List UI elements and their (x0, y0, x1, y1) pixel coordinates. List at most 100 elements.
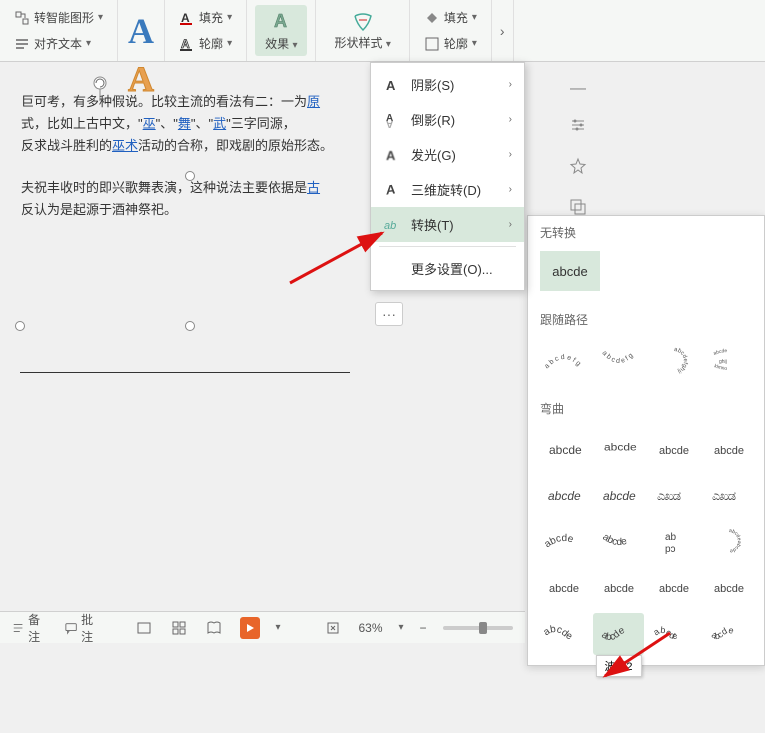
text-outline-button[interactable]: A 轮廓 ▾ (173, 32, 238, 55)
minus-icon[interactable]: — (570, 80, 586, 98)
slideshow-button[interactable] (240, 617, 259, 639)
zoom-value[interactable]: 63% (358, 621, 382, 635)
chevron-right-icon: › (509, 149, 512, 160)
chevron-down-icon: ▾ (227, 12, 232, 23)
link-wu1[interactable]: 巫 (143, 116, 156, 131)
svg-text:ab: ab (384, 220, 396, 232)
svg-text:A: A (386, 78, 396, 93)
svg-text:pɔ: pɔ (665, 544, 676, 555)
warp-wave1[interactable]: abcde (538, 613, 589, 655)
warp-curve-down[interactable]: abcde (593, 567, 644, 609)
text-fill-button[interactable]: A 填充 ▾ (173, 6, 238, 29)
status-bar: 备注 批注 ▾ 63% ▾ − (0, 611, 525, 643)
chevron-right-icon: › (509, 219, 512, 230)
text-effect-button[interactable]: A 效果 ▾ (255, 5, 307, 56)
document-canvas[interactable]: 巨可考，有多种假说。比较主流的看法有二：一为原 式，比如上古中文，"巫"、"舞"… (0, 80, 370, 383)
link-yuan[interactable]: 原 (307, 94, 320, 109)
convert-label: 转智能图形 (34, 9, 94, 26)
svg-text:ಎಖಡ: ಎಖಡ (657, 488, 681, 503)
chevron-right-icon: › (509, 79, 512, 90)
svg-text:abcde: abcde (709, 625, 734, 641)
warp-stop[interactable]: abcde (593, 429, 644, 471)
svg-text:abcde: abcde (542, 533, 574, 550)
warp-circle-ab[interactable]: abpɔ (648, 521, 699, 563)
warp-arch-up[interactable]: abcde (538, 521, 589, 563)
no-transform-item[interactable]: abcde (540, 251, 600, 291)
link-wu3[interactable]: 武 (213, 116, 226, 131)
svg-text:A: A (274, 11, 287, 31)
chevron-right-icon: › (509, 114, 512, 125)
wordart-styles-group: A A A (118, 0, 165, 61)
svg-text:abcde: abcde (549, 443, 582, 457)
chevron-down-icon: ▾ (399, 622, 404, 633)
warp-chevron-up[interactable]: abcde (538, 475, 589, 517)
wordart-style-a-black[interactable]: A (128, 0, 154, 4)
path-button[interactable]: abcdeghijklmno (703, 340, 754, 382)
warp-can-up[interactable]: abcde (648, 567, 699, 609)
svg-text:abcde: abcde (712, 348, 727, 357)
settings-slider-icon[interactable] (569, 116, 587, 139)
comments-button[interactable]: 批注 (65, 611, 102, 645)
warp-curve-up[interactable]: abcde (538, 567, 589, 609)
selection-handle[interactable] (15, 321, 25, 331)
svg-text:abcde: abcde (651, 625, 678, 642)
link-wushu[interactable]: 巫术 (112, 138, 138, 153)
svg-text:abcde: abcde (714, 445, 744, 457)
text-box-1[interactable]: 巨可考，有多种假说。比较主流的看法有二：一为原 式，比如上古中文，"巫"、"舞"… (20, 90, 350, 158)
fit-button[interactable] (323, 617, 342, 639)
effect-reflection-item[interactable]: AA倒影(R) › (371, 102, 524, 137)
effect-glow-item[interactable]: A发光(G) › (371, 137, 524, 172)
warp-arch-down[interactable]: abcde (593, 521, 644, 563)
shape-style-button[interactable]: 形状样式 ▾ (324, 6, 400, 55)
convert-smart-shape-button[interactable]: 转智能图形 ▾ (8, 6, 109, 29)
chevron-down-icon: ▾ (98, 12, 103, 23)
more-options-button[interactable]: ··· (375, 302, 403, 326)
effect-reflection-label: 倒影(R) (411, 110, 455, 129)
svg-text:ಎಖಡ: ಎಖಡ (712, 488, 736, 503)
zoom-thumb[interactable] (479, 622, 487, 634)
warp-header: 弯曲 (528, 392, 764, 423)
effect-shadow-item[interactable]: A阴影(S) › (371, 67, 524, 102)
warp-double-wave2[interactable]: abcde (703, 613, 754, 655)
path-circle[interactable]: abcdefghij (648, 340, 699, 382)
warp-button-ab[interactable]: abcdeabcde (703, 521, 754, 563)
path-arch-down[interactable]: a b c d e f g (593, 340, 644, 382)
ribbon-overflow[interactable]: › (492, 0, 514, 61)
wordart-style-a-blue[interactable]: A (128, 10, 154, 52)
warp-plain[interactable]: abcde (538, 429, 589, 471)
normal-view-button[interactable] (134, 617, 153, 639)
notes-button[interactable]: 备注 (12, 611, 49, 645)
warp-can-down[interactable]: abcde (703, 567, 754, 609)
selection-handle[interactable] (185, 321, 195, 331)
star-icon[interactable] (569, 157, 587, 180)
reading-view-button[interactable] (205, 617, 224, 639)
text-box-2[interactable]: 夫祝丰收时的即兴歌舞表演，这种说法主要依据是古 反认为是起源于酒神祭祀。 (20, 176, 350, 222)
svg-text:abcde: abcde (714, 583, 744, 595)
warp-chevron-down[interactable]: abcde (593, 475, 644, 517)
svg-text:A: A (386, 118, 393, 129)
effect-3d-rotation-item[interactable]: A三维旋转(D) › (371, 172, 524, 207)
svg-text:abcde: abcde (600, 532, 628, 548)
text-effect-group: A 效果 ▾ (247, 0, 316, 61)
selection-handle[interactable] (185, 171, 195, 181)
path-arch-up[interactable]: a b c d e f g (538, 340, 589, 382)
shape-fill-button[interactable]: 填充 ▾ (418, 6, 483, 29)
warp-ring-outside[interactable]: ಎಖಡ (703, 475, 754, 517)
effect-more-settings-item[interactable]: 更多设置(O)... (371, 251, 524, 286)
chevron-down-icon: ▾ (227, 38, 232, 49)
sorter-view-button[interactable] (169, 617, 188, 639)
warp-double-wave1[interactable]: abcde (648, 613, 699, 655)
warp-ring-inside[interactable]: ಎಖಡ (648, 475, 699, 517)
shape-outline-button[interactable]: 轮廓 ▾ (418, 32, 483, 55)
warp-triangle-up[interactable]: abcde (648, 429, 699, 471)
warp-triangle-down[interactable]: abcde (703, 429, 754, 471)
zoom-slider[interactable] (443, 626, 513, 630)
warp-wave2[interactable]: abcde 波形2 (593, 613, 644, 655)
align-text-button[interactable]: 对齐文本 ▾ (8, 32, 109, 55)
svg-text:abcde: abcde (659, 445, 689, 457)
effect-transform-item[interactable]: ab转换(T) › (371, 207, 524, 242)
zoom-out-button[interactable]: − (420, 621, 427, 635)
text-fill-label: 填充 (199, 9, 223, 26)
link-wu2[interactable]: 舞 (178, 116, 191, 131)
link-gu[interactable]: 古 (307, 180, 320, 195)
